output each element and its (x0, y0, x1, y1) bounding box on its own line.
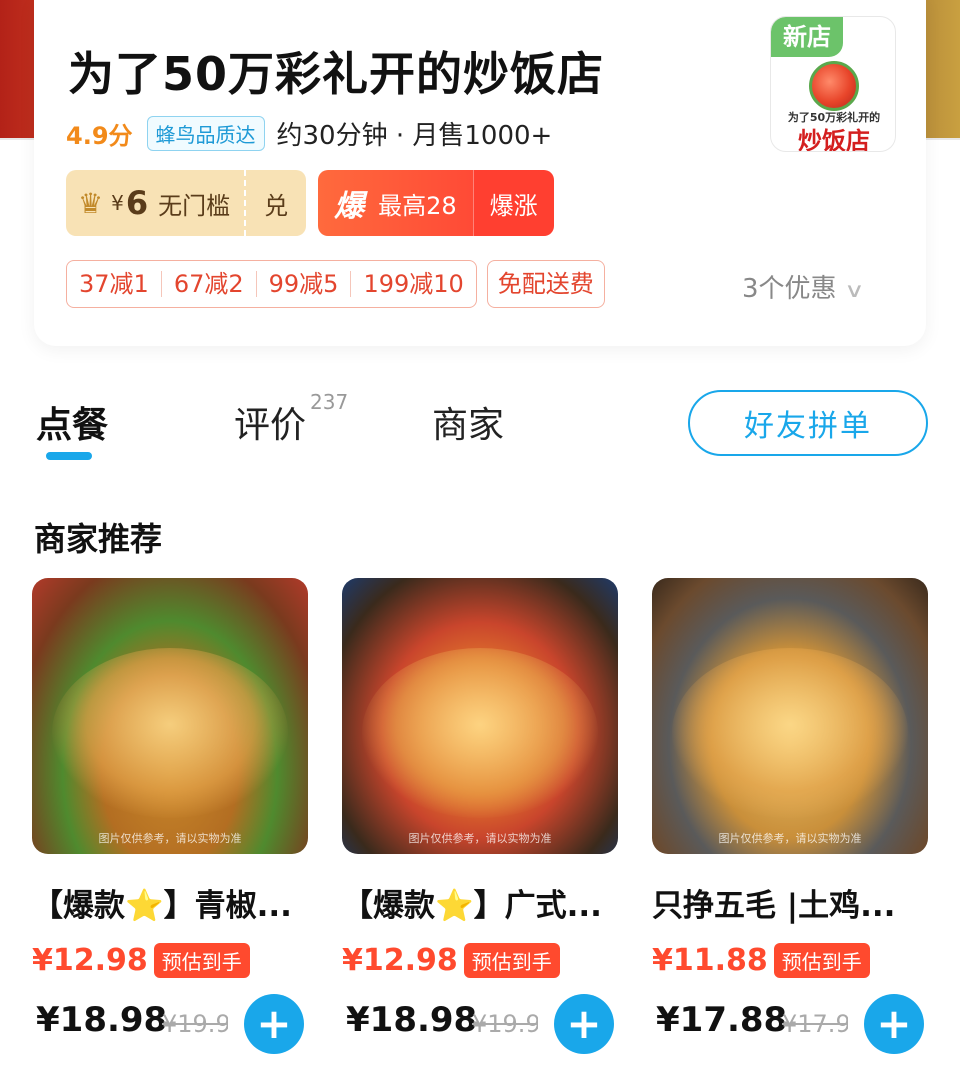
logo-ball-icon (809, 61, 859, 111)
estimated-tag: 预估到手 (773, 943, 870, 978)
estimated-tag: 预估到手 (153, 943, 250, 978)
reviews-count: 237 (310, 390, 349, 414)
add-to-cart-button[interactable]: + (244, 994, 304, 1054)
coupon-row: 37减1 67减2 99减5 199减10 免配送费 (66, 260, 605, 308)
estimated-price: ¥12.98 (342, 943, 458, 978)
shop-logo[interactable]: 新店 为了50万彩礼开的 炒饭店 (770, 16, 896, 152)
original-price: ¥17.98 (782, 1010, 848, 1038)
current-price: ¥17.88 (656, 1000, 788, 1040)
promo-row: ♛ ¥ 6 无门槛 兑 爆 最高28 爆涨 (66, 170, 554, 236)
image-disclaimer: 图片仅供参考，请以实物为准 (408, 832, 552, 845)
vip-text: 无门槛 (158, 191, 231, 220)
tab-merchant[interactable]: 商家 (432, 396, 504, 448)
estimated-price-row: ¥12.98 预估到手 (32, 943, 308, 978)
current-price: ¥18.98 (36, 1000, 168, 1040)
section-title: 商家推荐 (34, 520, 163, 558)
group-order-button[interactable]: 好友拼单 (688, 390, 928, 456)
tab-reviews-label: 评价 (234, 405, 307, 446)
estimated-tag: 预估到手 (463, 943, 560, 978)
offers-dropdown[interactable]: 3个优惠 ∨ (742, 268, 865, 305)
add-to-cart-button[interactable]: + (864, 994, 924, 1054)
burst-boost-button[interactable]: 爆涨 (472, 170, 554, 236)
estimated-price-row: ¥11.88 预估到手 (652, 943, 928, 978)
coupon-item: 99减5 (257, 271, 352, 297)
vip-currency: ¥ (111, 191, 124, 215)
vip-coupon[interactable]: ♛ ¥ 6 无门槛 (66, 170, 245, 236)
dish-image[interactable]: 图片仅供参考，请以实物为准 (342, 578, 618, 854)
dish-card[interactable]: 图片仅供参考，请以实物为准 只挣五毛 |土鸡... ¥11.88 预估到手 ¥1… (652, 578, 928, 1054)
estimated-price: ¥12.98 (32, 943, 148, 978)
estimated-price-row: ¥12.98 预估到手 (342, 943, 618, 978)
tab-reviews[interactable]: 评价237 (234, 390, 348, 448)
vip-exchange-button[interactable]: 兑 (244, 170, 307, 236)
coupon-item: 67减2 (162, 271, 257, 297)
dish-name: 【爆款⭐】广式... (342, 888, 602, 924)
logo-title: 炒饭店 (798, 126, 870, 152)
dish-image[interactable]: 图片仅供参考，请以实物为准 (32, 578, 308, 854)
price-row: ¥18.98 ¥19.98 + (342, 994, 618, 1054)
delivery-info: 约30分钟 · 月售1000+ (276, 120, 553, 151)
plus-icon: + (566, 999, 602, 1048)
price-row: ¥18.98 ¥19.98 + (32, 994, 308, 1054)
plus-icon: + (256, 999, 292, 1048)
dish-card[interactable]: 图片仅供参考，请以实物为准 【爆款⭐】青椒... ¥12.98 预估到手 ¥18… (32, 578, 308, 1054)
dish-plate-graphic (52, 648, 288, 818)
active-tab-indicator (46, 452, 92, 460)
shop-score: 4.9分 (66, 121, 133, 150)
burst-icon: 爆 (334, 189, 365, 224)
dish-name: 只挣五毛 |土鸡... (652, 888, 896, 924)
quality-badge[interactable]: 蜂鸟品质达 (146, 115, 265, 151)
estimated-price: ¥11.88 (652, 943, 768, 978)
current-price: ¥18.98 (346, 1000, 478, 1040)
burst-text: 最高28 (378, 191, 457, 220)
discount-coupons[interactable]: 37减1 67减2 99减5 199减10 (66, 260, 477, 308)
shop-meta-row: 4.9分 蜂鸟品质达 约30分钟 · 月售1000+ (66, 114, 552, 152)
burst-coupon[interactable]: 爆 最高28 (318, 170, 473, 236)
tab-merchant-label: 商家 (432, 405, 505, 446)
coupon-item: 199减10 (363, 270, 464, 298)
vip-amount: 6 (125, 184, 149, 222)
chevron-down-icon: ∨ (843, 278, 865, 302)
plus-icon: + (876, 999, 912, 1048)
dish-plate-graphic (672, 648, 908, 818)
dish-image[interactable]: 图片仅供参考，请以实物为准 (652, 578, 928, 854)
dish-plate-graphic (362, 648, 598, 818)
offers-label: 3个优惠 (742, 274, 837, 304)
dish-name: 【爆款⭐】青椒... (32, 888, 292, 924)
new-shop-badge: 新店 (771, 17, 843, 57)
tab-order-label: 点餐 (36, 405, 109, 446)
crown-icon: ♛ (78, 186, 104, 220)
shop-info-card: 为了50万彩礼开的炒饭店 4.9分 蜂鸟品质达 约30分钟 · 月售1000+ … (34, 0, 926, 346)
original-price: ¥19.98 (162, 1010, 228, 1038)
free-delivery-badge[interactable]: 免配送费 (486, 260, 605, 308)
add-to-cart-button[interactable]: + (554, 994, 614, 1054)
shop-name: 为了50万彩礼开的炒饭店 (68, 47, 605, 101)
original-price: ¥19.98 (472, 1010, 538, 1038)
price-row: ¥17.88 ¥17.98 + (652, 994, 928, 1054)
tab-order[interactable]: 点餐 (36, 396, 108, 448)
image-disclaimer: 图片仅供参考，请以实物为准 (718, 832, 862, 845)
coupon-item: 37减1 (67, 271, 162, 297)
dish-card[interactable]: 图片仅供参考，请以实物为准 【爆款⭐】广式... ¥12.98 预估到手 ¥18… (342, 578, 618, 1054)
image-disclaimer: 图片仅供参考，请以实物为准 (98, 832, 242, 845)
